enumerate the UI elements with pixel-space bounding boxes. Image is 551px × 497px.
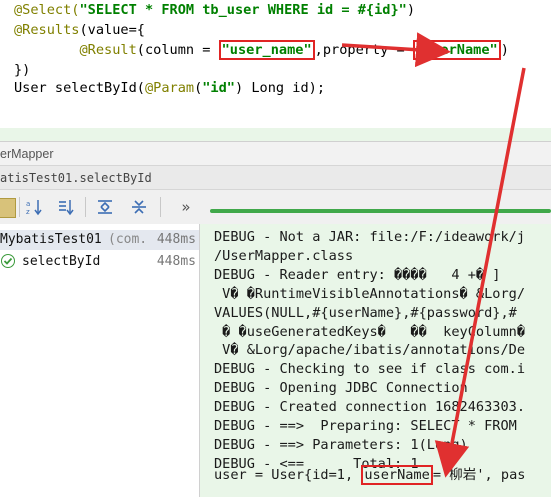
- test-method-label: selectById: [22, 254, 101, 269]
- results-rest: (value={: [79, 22, 145, 38]
- paren: ): [500, 42, 509, 58]
- panel-divider: [0, 128, 551, 141]
- results-annotation: @Results: [14, 22, 80, 38]
- tree-row-selectbyid[interactable]: selectById 448ms: [0, 252, 199, 272]
- test-progress-bar: [210, 209, 551, 213]
- test-runner-toolbar: az »: [0, 189, 551, 225]
- property-label: ,property =: [314, 42, 413, 58]
- console-output[interactable]: DEBUG - Not a JAR: file:/F:/ideawork/j/U…: [200, 224, 551, 497]
- paren: ): [406, 2, 416, 18]
- console-text: user = User{id=1,: [214, 467, 362, 483]
- sort-by-duration-icon[interactable]: [57, 198, 75, 216]
- username-output-highlight: userName: [361, 465, 433, 485]
- tree-row-root[interactable]: MybatisTest01 (com. 448ms: [0, 230, 199, 250]
- console-line: DEBUG - Created connection 1682463303.: [214, 399, 525, 416]
- method-signature: User selectById(: [14, 80, 145, 96]
- run-tab-label[interactable]: atisTest01.selectById: [0, 171, 152, 185]
- result-annotation: @Result: [79, 42, 137, 58]
- expand-all-icon[interactable]: [96, 198, 114, 216]
- method-duration: 448ms: [156, 254, 196, 269]
- code-line-result: @Result(column = "user_name" ,property = …: [14, 40, 509, 60]
- code-line-close: }): [14, 60, 30, 80]
- column-user-name-highlight: "user_name": [218, 40, 315, 60]
- code-editor[interactable]: @Select("SELECT * FROM tb_user WHERE id …: [0, 0, 551, 128]
- toolbar-separator: [85, 197, 86, 217]
- collapse-all-icon[interactable]: [130, 198, 148, 216]
- close-braces: }): [14, 62, 31, 78]
- param-annotation: @Param: [144, 80, 195, 96]
- root-duration: 448ms: [156, 232, 196, 247]
- toolbar-separator: [19, 197, 20, 217]
- run-window-title[interactable]: erMapper: [0, 141, 551, 166]
- console-line: DEBUG - ==> Parameters: 1(Long): [214, 436, 468, 453]
- svg-text:z: z: [26, 208, 30, 216]
- console-last-line: user = User{id=1, userName ='柳岩', pas: [214, 465, 526, 485]
- column-label: (column =: [136, 42, 219, 58]
- test-results-tree: MybatisTest01 (com. 448ms selectById 448…: [0, 224, 200, 497]
- code-line-results: @Results(value={: [14, 20, 145, 40]
- test-class-package: (com.: [108, 232, 148, 247]
- code-line-method: User selectById(@Param("id") Long id);: [14, 78, 325, 98]
- more-actions-icon[interactable]: »: [177, 198, 195, 216]
- console-line: � �useGeneratedKeys� �� keyColumn�: [214, 323, 525, 340]
- test-class-label: MybatisTest01: [0, 232, 102, 247]
- console-text: ='柳岩', pas: [432, 467, 526, 483]
- select-annotation: @Select(: [14, 2, 80, 18]
- property-username-highlight: "userName": [412, 40, 501, 60]
- show-passed-toggle-icon[interactable]: [0, 198, 16, 218]
- svg-text:a: a: [26, 200, 30, 208]
- console-line: DEBUG - Not a JAR: file:/F:/ideawork/j: [214, 229, 525, 245]
- select-sql-string: "SELECT * FROM tb_user WHERE id = #{id}": [79, 2, 407, 18]
- run-tab-bar[interactable]: atisTest01.selectById: [0, 165, 551, 190]
- console-line: DEBUG - Reader entry: ���� 4 +� ]: [214, 266, 501, 283]
- console-line: /UserMapper.class: [214, 247, 354, 264]
- code-line-select: @Select("SELECT * FROM tb_user WHERE id …: [14, 0, 415, 20]
- console-line: VALUES(NULL,#{userName},#{password},#: [214, 304, 517, 321]
- run-config-name: erMapper: [0, 147, 54, 161]
- method-end: ) Long id);: [235, 80, 326, 96]
- console-line: V� �RuntimeVisibleAnnotations� &Lorg/: [214, 285, 525, 302]
- sort-alphabetically-icon[interactable]: az: [25, 198, 43, 216]
- console-line: DEBUG - ==> Preparing: SELECT * FROM: [214, 418, 517, 434]
- console-line: V� &Lorg/apache/ibatis/annotations/De: [214, 342, 525, 359]
- test-passed-icon: [1, 254, 15, 268]
- toolbar-separator: [160, 197, 161, 217]
- console-line: DEBUG - Opening JDBC Connection: [214, 380, 468, 397]
- param-string: "id": [202, 80, 235, 96]
- console-line: DEBUG - Checking to see if class com.i: [214, 361, 525, 378]
